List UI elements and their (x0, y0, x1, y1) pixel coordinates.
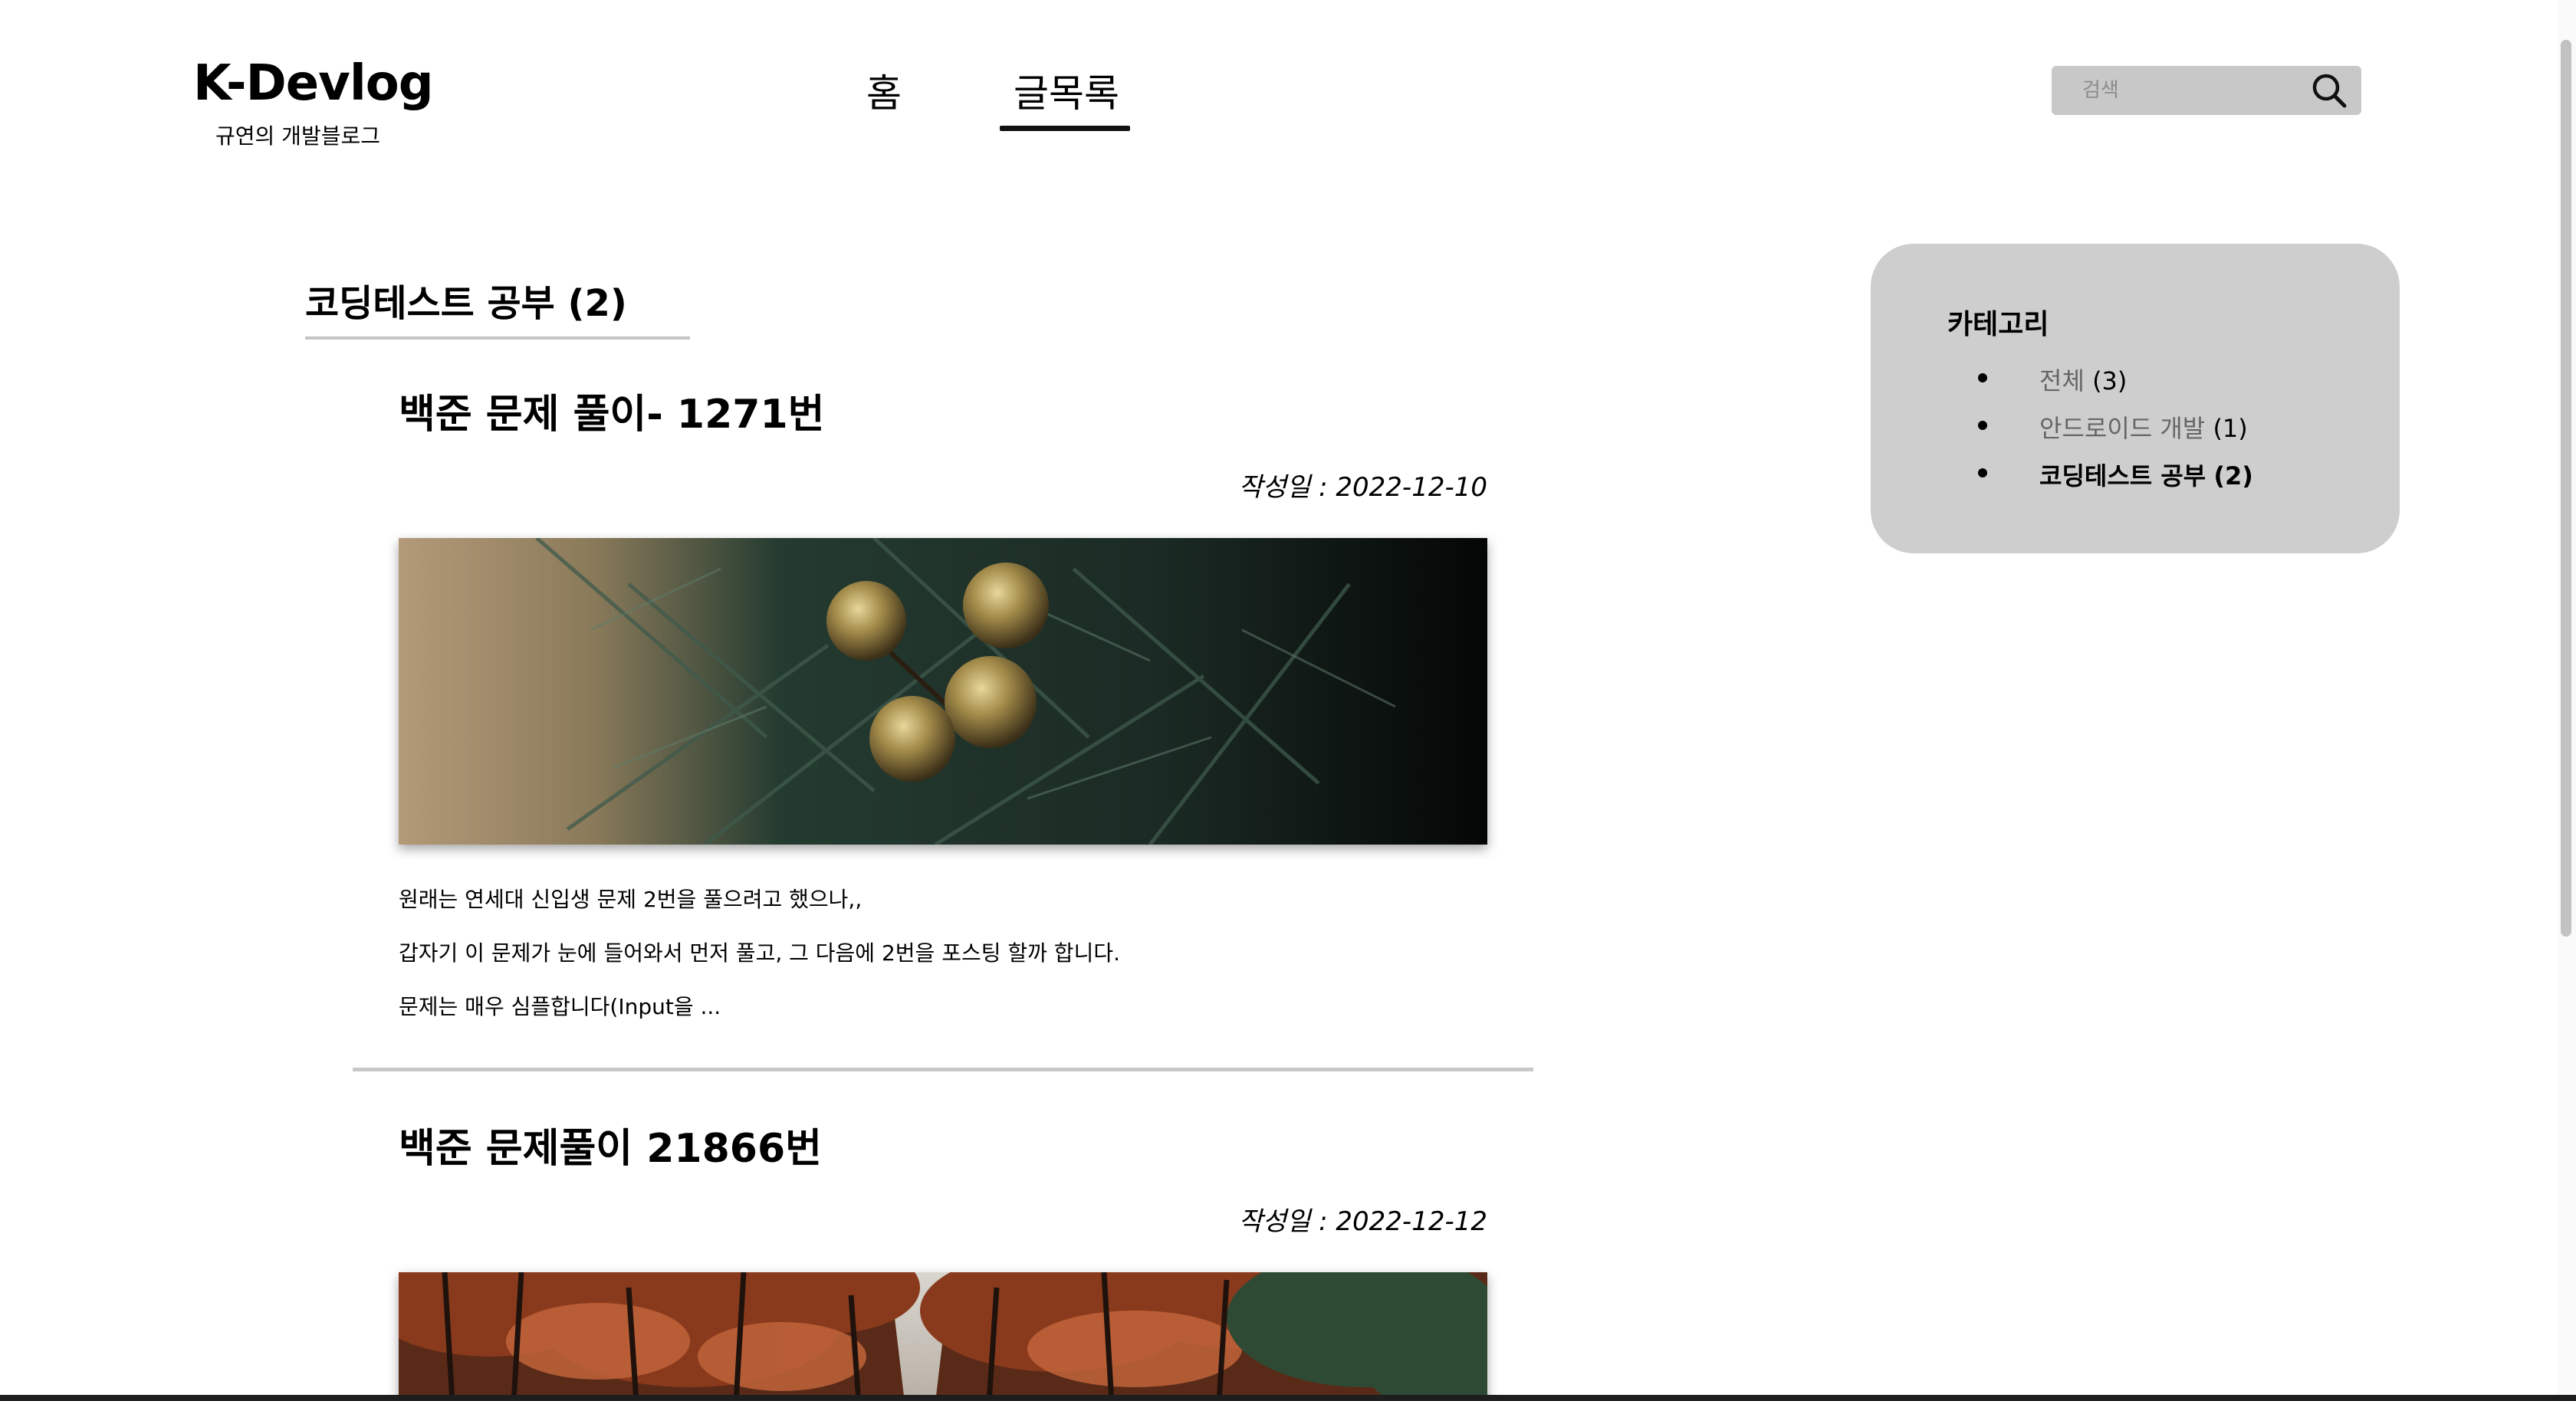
category-name: 전체 (2039, 366, 2085, 395)
post-title[interactable]: 백준 문제 풀이- 1271번 (399, 382, 825, 439)
post-excerpt-line: 갑자기 이 문제가 눈에 들어와서 먼저 풀고, 그 다음에 2번을 포스팅 할… (399, 940, 1120, 966)
post-date: 작성일 : 2022-12-12 (1238, 1206, 1487, 1237)
scrollbar-thumb[interactable] (2561, 40, 2571, 937)
category-name: 안드로이드 개발 (2039, 414, 2206, 443)
site-logo-title[interactable]: K-Devlog (193, 55, 434, 112)
christmas-ornament-photo (399, 538, 1487, 845)
post-title[interactable]: 백준 문제풀이 21866번 (399, 1116, 822, 1173)
search-icon[interactable] (2309, 71, 2349, 110)
post-excerpt-line: 문제는 매우 심플합니다(Input을 ... (399, 994, 721, 1019)
site-logo-subtitle: 규연의 개발블로그 (215, 123, 380, 149)
post-thumbnail[interactable] (399, 1272, 1487, 1401)
window-bottom-edge (0, 1395, 2576, 1401)
nav-post-list[interactable]: 글목록 (1014, 63, 1119, 118)
post-date: 작성일 : 2022-12-10 (1238, 472, 1487, 503)
post-excerpt-line: 원래는 연세대 신입생 문제 2번을 풀으려고 했으나,, (399, 887, 863, 912)
search-bar (2052, 66, 2361, 115)
sidebar-title: 카테고리 (1947, 309, 2049, 340)
category-heading: 코딩테스트 공부 (2) (305, 282, 627, 325)
category-item-all[interactable]: 전체 (3) (1978, 362, 2253, 409)
post-thumbnail[interactable] (399, 538, 1487, 845)
post-divider (353, 1068, 1533, 1071)
category-sidebar: 카테고리 전체 (3) 안드로이드 개발 (1) 코딩테스트 공부 (2) (1871, 244, 2400, 553)
nav-home[interactable]: 홈 (866, 63, 902, 118)
category-item-coding-test[interactable]: 코딩테스트 공부 (2) (1978, 457, 2253, 504)
category-count: (3) (2092, 366, 2128, 395)
autumn-forest-road-photo (399, 1272, 1487, 1401)
category-name: 코딩테스트 공부 (2039, 461, 2206, 491)
category-count: (1) (2213, 414, 2248, 443)
category-heading-divider (305, 336, 690, 340)
category-list: 전체 (3) 안드로이드 개발 (1) 코딩테스트 공부 (2) (1978, 362, 2253, 504)
category-count: (2) (2213, 461, 2253, 491)
category-item-android[interactable]: 안드로이드 개발 (1) (1978, 409, 2253, 457)
nav-active-indicator (1000, 126, 1130, 131)
search-input[interactable] (2052, 66, 2297, 115)
